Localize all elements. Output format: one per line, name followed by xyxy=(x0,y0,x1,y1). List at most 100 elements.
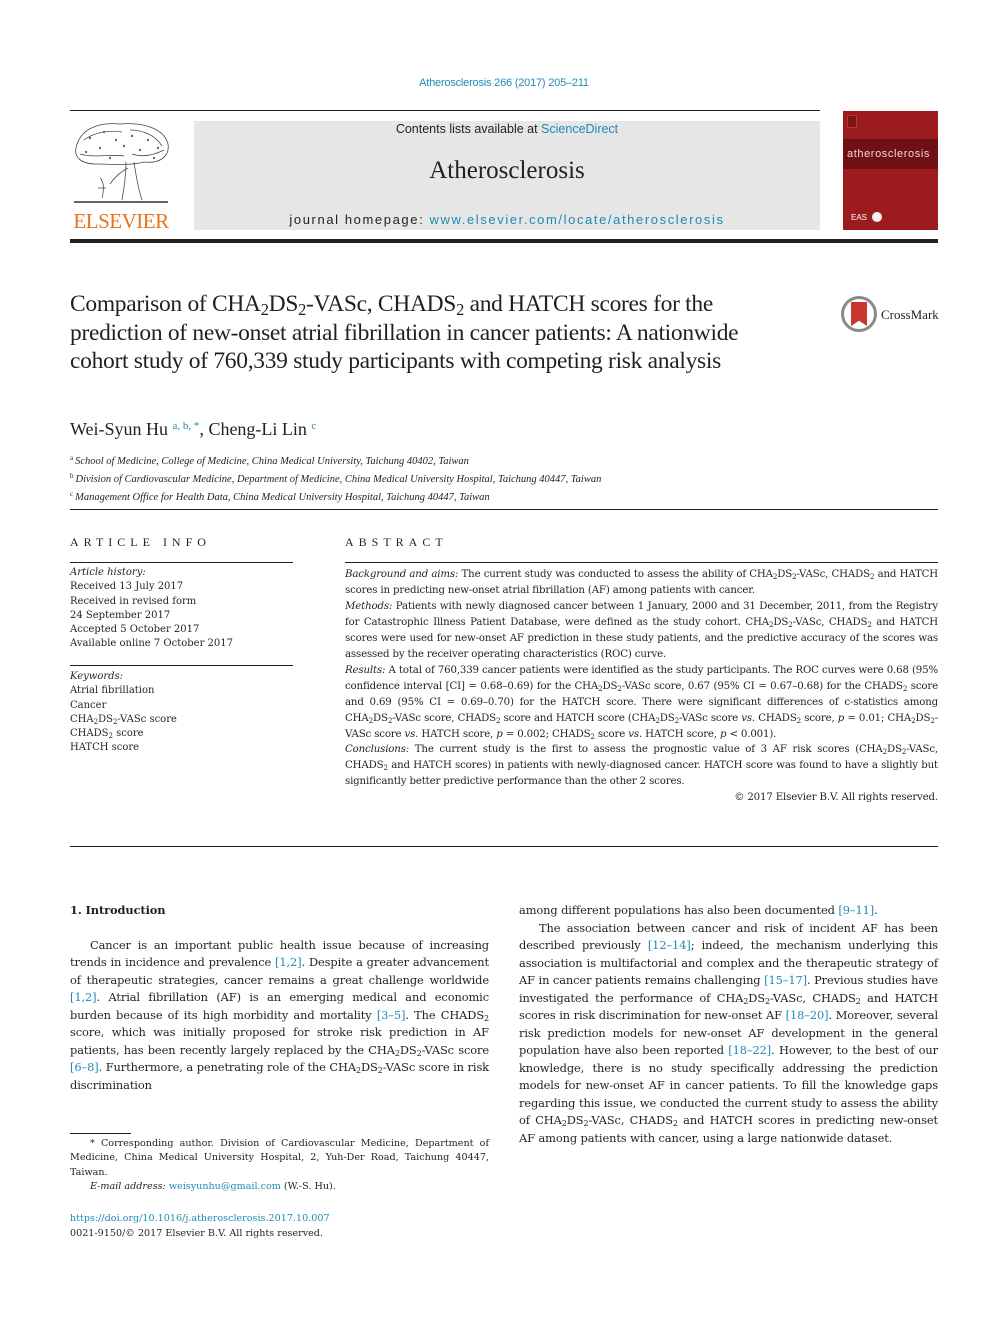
intro-paragraph-1: Cancer is an important public health iss… xyxy=(70,937,489,1095)
footnote-rule xyxy=(70,1133,131,1134)
abstract-bottom-rule xyxy=(70,846,938,847)
keywords-rule xyxy=(70,665,293,666)
author-affiliation-link[interactable]: a, b, * xyxy=(173,420,200,432)
affiliation-text: School of Medicine, College of Medicine,… xyxy=(75,456,469,467)
corresponding-author-note: * Corresponding author. Division of Card… xyxy=(70,1138,489,1178)
conclusions-text: The current study is the first to assess… xyxy=(345,744,938,788)
reference-link[interactable]: [1,2] xyxy=(275,955,302,969)
journal-banner: Contents lists available at ScienceDirec… xyxy=(194,121,820,230)
keyword: Cancer xyxy=(70,699,107,711)
title-subscript: 2 xyxy=(456,300,464,320)
history-item: Available online 7 October 2017 xyxy=(70,638,233,650)
reference-link[interactable]: [6–8] xyxy=(70,1060,99,1074)
body-text: among different populations has also bee… xyxy=(519,903,839,917)
article-info-rule xyxy=(70,562,293,563)
affiliation-text: Management Office for Health Data, China… xyxy=(75,492,490,503)
header-top-rule xyxy=(70,110,820,111)
intro-paragraph-2: The association between cancer and risk … xyxy=(519,920,938,1148)
email-suffix: (W.-S. Hu). xyxy=(280,1180,336,1192)
reference-link[interactable]: [1,2] xyxy=(70,990,97,1004)
email-label: E-mail address: xyxy=(90,1180,166,1192)
keyword: Atrial fibrillation xyxy=(70,685,155,697)
abstract-rule xyxy=(345,562,938,563)
history-item: 24 September 2017 xyxy=(70,609,171,621)
reference-link[interactable]: [9–11] xyxy=(838,903,874,917)
homepage-line: journal homepage: www.elsevier.com/locat… xyxy=(194,212,820,227)
email-line: E-mail address: weisyunhu@gmail.com (W.-… xyxy=(70,1180,489,1194)
body-text: . Furthermore, a penetrating role of the… xyxy=(70,1060,489,1092)
issn-copyright: 0021-9150/© 2017 Elsevier B.V. All right… xyxy=(70,1228,323,1239)
title-part: Comparison of CHA xyxy=(70,291,261,317)
reference-link[interactable]: [18–20] xyxy=(786,1008,829,1022)
affiliation: b Division of Cardiovascular Medicine, De… xyxy=(70,469,601,487)
body-text: . However, to the best of our knowledge,… xyxy=(519,1043,938,1145)
body-text: . xyxy=(874,903,878,917)
journal-citation[interactable]: Atherosclerosis 266 (2017) 205–211 xyxy=(0,77,992,89)
crossmark-label: CrossMark xyxy=(881,307,939,322)
doi-link[interactable]: https://doi.org/10.1016/j.atherosclerosi… xyxy=(70,1213,330,1224)
author-affiliation-link[interactable]: c xyxy=(311,420,316,432)
journal-title: Atherosclerosis xyxy=(429,157,585,184)
author-name: Cheng-Li Lin xyxy=(208,419,307,439)
reference-link[interactable]: [3–5] xyxy=(377,1008,406,1022)
sciencedirect-link[interactable]: ScienceDirect xyxy=(541,122,618,136)
cover-title: atherosclerosis xyxy=(847,148,930,160)
keyword: CHA2DS2-VASc score xyxy=(70,713,177,726)
intro-paragraph-1-cont: among different populations has also bee… xyxy=(519,902,938,920)
title-bottom-rule xyxy=(70,509,938,510)
abstract-copyright: © 2017 Elsevier B.V. All rights reserved… xyxy=(734,792,938,804)
title-subscript: 2 xyxy=(260,300,269,320)
keywords: Keywords: Atrial fibrillation Cancer CHA… xyxy=(70,670,300,756)
reference-link[interactable]: [15–17] xyxy=(764,973,807,987)
abstract-methods: Methods: Patients with newly diagnosed c… xyxy=(345,599,938,663)
citation-link[interactable]: Atherosclerosis 266 (2017) 205–211 xyxy=(419,77,589,89)
article-title: Comparison of CHA2DS2-VASc, CHADS2 and H… xyxy=(70,290,800,376)
affiliation-text: Division of Cardiovascular Medicine, Dep… xyxy=(75,474,602,485)
article-info-heading: ARTICLE INFO xyxy=(70,535,211,549)
conclusions-label: Conclusions: xyxy=(345,744,410,756)
doi-block: https://doi.org/10.1016/j.atherosclerosi… xyxy=(70,1211,330,1241)
reference-link[interactable]: [18–22] xyxy=(728,1043,771,1057)
journal-cover-thumbnail[interactable]: atherosclerosis EAS xyxy=(843,111,938,230)
title-subscript: 2 xyxy=(298,300,307,320)
keyword: CHADS2 score xyxy=(70,728,144,740)
crossmark-button[interactable]: CrossMark xyxy=(841,296,941,336)
affiliation-key: b xyxy=(70,472,74,480)
affiliation-key: c xyxy=(70,490,74,498)
elsevier-logo[interactable]: ELSEVIER xyxy=(70,118,172,233)
methods-text: Patients with newly diagnosed cancer bet… xyxy=(345,600,938,660)
affiliation-key: a xyxy=(70,454,74,462)
email-link[interactable]: weisyunhu@gmail.com xyxy=(169,1181,281,1192)
author-name: Wei-Syun Hu xyxy=(70,419,169,439)
author-list: Wei-Syun Hu a, b, *, Cheng-Li Lin c xyxy=(70,419,316,440)
body-column-left: 1. Introduction Cancer is an important p… xyxy=(70,902,489,1094)
footnote: * Corresponding author. Division of Card… xyxy=(70,1137,489,1194)
contents-line: Contents lists available at ScienceDirec… xyxy=(194,122,820,136)
keywords-label: Keywords: xyxy=(70,671,124,682)
affiliation: a School of Medicine, College of Medicine… xyxy=(70,451,601,469)
abstract-body: Background and aims: The current study w… xyxy=(345,567,938,806)
keyword: HATCH score xyxy=(70,742,140,754)
cover-society: EAS xyxy=(851,213,868,222)
section-heading-introduction: 1. Introduction xyxy=(70,903,166,917)
abstract-heading: ABSTRACT xyxy=(345,535,448,549)
history-item: Received 13 July 2017 xyxy=(70,581,184,593)
history-item: Received in revised form xyxy=(70,595,197,607)
title-part: DS xyxy=(268,291,299,317)
header-thick-rule xyxy=(70,239,938,243)
results-label: Results: xyxy=(345,664,386,676)
history-item: Accepted 5 October 2017 xyxy=(70,624,200,636)
reference-link[interactable]: [12–14] xyxy=(648,938,691,952)
abstract-results: Results: A total of 760,339 cancer patie… xyxy=(345,663,938,743)
cover-seal-icon xyxy=(872,212,882,222)
cover-elsevier-icon xyxy=(847,115,857,128)
methods-label: Methods: xyxy=(345,600,393,612)
title-part: -VASc, CHADS xyxy=(306,291,457,317)
affiliations: a School of Medicine, College of Medicine… xyxy=(70,451,601,505)
article-history: Article history: Received 13 July 2017 R… xyxy=(70,566,300,652)
body-column-right: among different populations has also bee… xyxy=(519,902,938,1147)
abstract-conclusions: Conclusions: The current study is the fi… xyxy=(345,742,938,790)
journal-homepage-link[interactable]: www.elsevier.com/locate/atherosclerosis xyxy=(430,212,725,227)
history-label: Article history: xyxy=(70,567,146,578)
abstract-background: Background and aims: The current study w… xyxy=(345,567,938,599)
